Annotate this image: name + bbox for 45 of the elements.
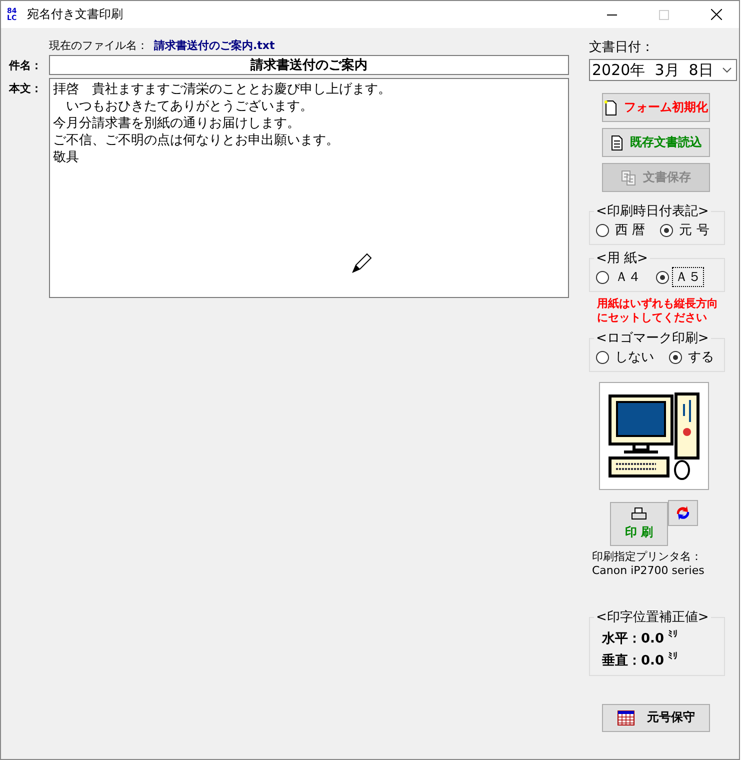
body-field[interactable]: 拝啓 貴社ますますご清栄のこととお慶び申し上げます。 いつもおひきたてありがとうございます。 今月分請求書を別紙の通りお届けします。 ご不信、ご不明の点は何なりとお申出願います。 敬具 bbox=[49, 78, 569, 298]
calendar-icon bbox=[617, 710, 635, 726]
paper-note: 用紙はいずれも縦長方向にセットしてください bbox=[597, 297, 719, 325]
maximize-icon bbox=[659, 10, 669, 20]
radio-button[interactable] bbox=[656, 270, 669, 284]
refresh-icon bbox=[674, 504, 692, 522]
document-icon bbox=[610, 134, 624, 150]
subject-label: 件名： bbox=[9, 58, 43, 73]
chevron-down-icon bbox=[722, 67, 732, 73]
print-button[interactable]: 印 刷 bbox=[610, 502, 668, 546]
pencil-icon bbox=[351, 252, 373, 274]
window-title: 宛名付き文書印刷 bbox=[27, 6, 124, 23]
body-label: 本文： bbox=[9, 81, 43, 96]
document-icon bbox=[604, 100, 618, 116]
radio-button[interactable] bbox=[596, 270, 609, 284]
radio-label[interactable]: する bbox=[685, 347, 717, 367]
printer-label: 印刷指定プリンタ名： bbox=[592, 550, 702, 564]
subject-field[interactable]: 請求書送付のご案内 bbox=[49, 55, 569, 75]
offset-value: 水平：0.0 $^{ﾐﾘ}$ bbox=[600, 628, 680, 648]
close-icon bbox=[710, 9, 722, 20]
documents-icon bbox=[621, 170, 637, 186]
radio-button[interactable] bbox=[596, 350, 609, 364]
printer-name: Canon iP2700 series bbox=[592, 564, 704, 578]
computer-icon bbox=[606, 390, 702, 482]
offset-value: 垂直：0.0 $^{ﾐﾘ}$ bbox=[601, 650, 680, 671]
radio-label[interactable]: Ａ５ bbox=[672, 267, 704, 287]
date-picker[interactable]: 2020年 3月 8日 bbox=[589, 59, 737, 81]
open-button[interactable]: 既存文書読込 bbox=[602, 128, 710, 157]
file-label: 現在のファイル名： bbox=[49, 38, 148, 52]
date-label: 文書日付： bbox=[589, 39, 654, 56]
era-button[interactable]: 元号保守 bbox=[602, 704, 710, 732]
radio-label[interactable]: Ａ４ bbox=[612, 267, 644, 287]
radio-label[interactable]: 西 暦 bbox=[612, 220, 648, 240]
radio-button[interactable] bbox=[596, 224, 609, 236]
file-name: 請求書送付のご案内.txt bbox=[154, 38, 275, 52]
printer-icon bbox=[631, 507, 647, 521]
radio-label[interactable]: しない bbox=[612, 347, 657, 367]
radio-button[interactable] bbox=[669, 350, 682, 364]
group-title: <用 紙> bbox=[595, 250, 649, 267]
radio-button[interactable] bbox=[660, 224, 674, 236]
radio-label[interactable]: 元 号 bbox=[676, 220, 712, 240]
group-title: <ロゴマーク印刷> bbox=[595, 330, 710, 347]
group-title: <印刷時日付表記> bbox=[595, 203, 710, 220]
group-title: <印字位置補正値> bbox=[595, 609, 710, 626]
refresh-button[interactable] bbox=[668, 500, 698, 526]
